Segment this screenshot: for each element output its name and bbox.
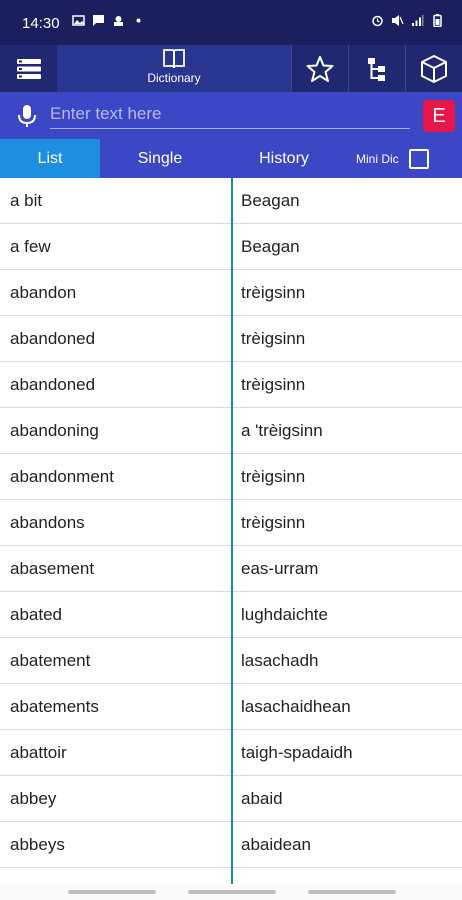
dot-icon	[136, 18, 141, 23]
mini-dic-label: Mini Dic	[356, 151, 399, 166]
gallery-icon	[72, 15, 85, 26]
gaelic-translation: trèigsinn	[241, 375, 306, 394]
english-word: abasement	[10, 559, 95, 578]
message-icon	[93, 15, 104, 26]
navigation-bar	[0, 884, 462, 900]
book-icon	[163, 49, 185, 69]
gaelic-translation: lasachadh	[241, 651, 319, 670]
status-bar: 14:30	[0, 0, 462, 45]
tab-list[interactable]: List	[0, 139, 100, 178]
menu-button[interactable]	[0, 45, 57, 92]
gaelic-translation: lughdaichte	[241, 605, 328, 624]
column-divider	[231, 178, 233, 884]
language-toggle-button[interactable]: E	[423, 100, 455, 132]
gaelic-translation: a 'trèigsinn	[241, 421, 323, 440]
gaelic-translation: taigh-spadaidh	[241, 743, 353, 762]
english-word: abandonment	[10, 467, 114, 486]
mini-dic-checkbox[interactable]	[408, 148, 429, 169]
english-word: abatements	[10, 697, 99, 716]
hierarchy-icon	[368, 57, 385, 81]
tree-button[interactable]	[349, 45, 405, 92]
english-word: abbey	[10, 789, 57, 808]
alarm-icon	[372, 15, 383, 27]
gaelic-translation: abaidean	[241, 835, 311, 854]
gaelic-translation: Beagan	[241, 237, 300, 256]
english-word: abbeys	[10, 835, 65, 854]
status-time: 14:30	[22, 15, 60, 32]
gaelic-translation: trèigsinn	[241, 283, 306, 302]
app-toolbar: Dictionary	[0, 45, 462, 92]
english-word: abatement	[10, 651, 91, 670]
search-bar	[0, 92, 462, 139]
cube-icon	[421, 54, 447, 83]
search-input[interactable]	[50, 100, 410, 129]
dictionary-label: Dictionary	[147, 71, 201, 85]
tab-single[interactable]: Single	[100, 139, 220, 178]
favorites-button[interactable]	[292, 45, 348, 92]
gaelic-translation: trèigsinn	[241, 329, 306, 348]
nav-recent-button[interactable]	[68, 890, 156, 894]
status-right-icons	[371, 14, 444, 27]
english-word: a bit	[10, 191, 43, 210]
nav-home-button[interactable]	[188, 890, 276, 894]
gaelic-translation: lasachaidhean	[241, 697, 351, 716]
english-word: abandoned	[10, 375, 96, 394]
gaelic-translation: eas-urram	[241, 559, 319, 578]
dictionary-tab[interactable]: Dictionary	[57, 45, 291, 92]
gaelic-translation: Beagan	[241, 191, 300, 210]
english-word: a few	[10, 237, 51, 256]
mute-icon	[392, 15, 404, 26]
tab-history[interactable]: History	[224, 139, 344, 178]
gaelic-translation: abaid	[241, 789, 283, 808]
gaelic-translation: trèigsinn	[241, 467, 306, 486]
notification-icon	[114, 16, 123, 26]
star-icon	[306, 55, 334, 82]
english-word: abandons	[10, 513, 85, 532]
view-tabs: List Single History Mini Dic	[0, 139, 462, 178]
english-word: abandoning	[10, 421, 99, 440]
english-word: abandoned	[10, 329, 96, 348]
nav-back-button[interactable]	[308, 890, 396, 894]
status-left-icons	[72, 14, 145, 27]
mini-dic-toggle[interactable]: Mini Dic	[356, 139, 429, 178]
english-word: abattoir	[10, 743, 67, 762]
english-word: abated	[10, 605, 62, 624]
battery-icon	[433, 14, 442, 27]
english-word: abandon	[10, 283, 77, 302]
menu-list-icon	[16, 58, 41, 79]
microphone-icon[interactable]	[16, 104, 38, 128]
language-label: E	[432, 104, 446, 127]
package-button[interactable]	[406, 45, 462, 92]
gaelic-translation: trèigsinn	[241, 513, 306, 532]
signal-icon	[412, 15, 424, 26]
